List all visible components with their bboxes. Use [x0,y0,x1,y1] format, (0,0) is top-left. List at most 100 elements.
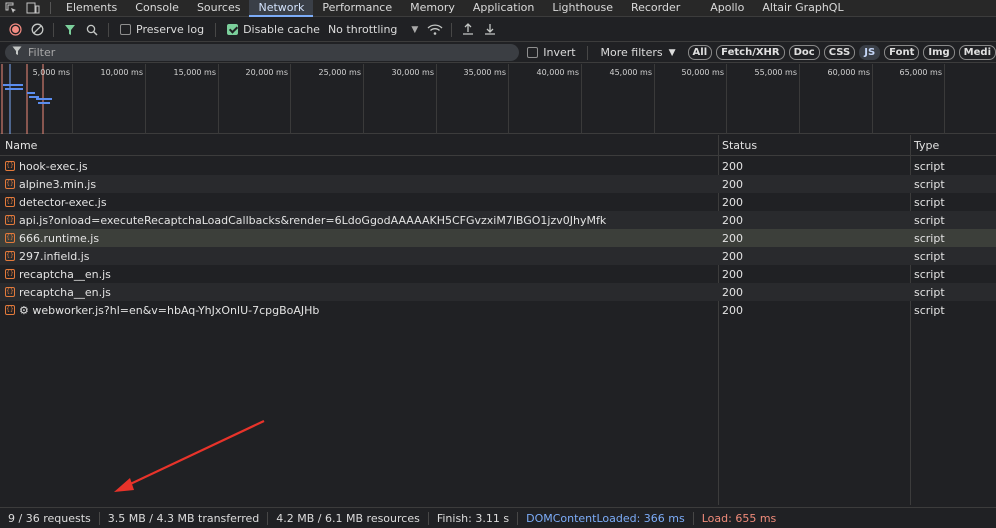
chevron-down-icon: ▼ [668,47,676,58]
device-toolbar-icon[interactable] [22,0,44,17]
overview-bar [5,88,23,90]
preserve-log-label: Preserve log [136,23,205,36]
tab-elements[interactable]: Elements [57,0,126,17]
script-file-icon: {} [5,251,15,261]
table-row[interactable]: {} recaptcha__en.js 200 script [0,283,996,301]
tab-console[interactable]: Console [126,0,188,17]
overview-tick-label: 65,000 ms [899,68,943,77]
tab-recorder[interactable]: Recorder [622,0,689,17]
overview-tick-label: 35,000 ms [463,68,507,77]
overview-tick-label: 5,000 ms [32,68,70,77]
script-file-icon: {} [5,305,15,315]
table-row[interactable]: {} ⚙ webworker.js?hl=en&v=hbAq-YhJxOnlU-7… [0,301,996,319]
more-filters-dropdown[interactable]: More filters ▼ [601,46,676,59]
table-row[interactable]: {} api.js?onload=executeRecaptchaLoadCall… [0,211,996,229]
overview-bar [3,84,23,86]
status-column-header[interactable]: Status [722,139,757,152]
export-har-icon[interactable] [479,19,501,41]
request-type: script [914,213,945,227]
search-icon[interactable] [81,19,103,41]
filter-chip-font[interactable]: Font [884,45,920,60]
request-type: script [914,267,945,281]
filter-chip-js[interactable]: JS [859,45,881,60]
tab-network[interactable]: Network [249,0,314,17]
tab-performance[interactable]: Performance [313,0,401,17]
script-file-icon: {} [5,287,15,297]
overview-tick-label: 60,000 ms [827,68,871,77]
overview-bar [36,98,52,100]
invert-checkbox[interactable]: Invert [527,46,576,59]
request-type: script [914,285,945,299]
preserve-log-checkbox[interactable]: Preserve log [120,23,204,36]
checkbox-unchecked-icon[interactable] [120,24,131,35]
tab-application[interactable]: Application [464,0,543,17]
request-type: script [914,159,945,173]
throttling-value: No throttling [327,23,398,36]
checkbox-unchecked-icon[interactable] [527,47,539,58]
filter-input[interactable]: Filter [5,44,520,61]
request-name: detector-exec.js [19,195,107,209]
filter-chip-fetchxhr[interactable]: Fetch/XHR [716,45,785,60]
devtools-tab-bar: Elements Console Sources Network Performance… [0,0,996,17]
filter-toggle-icon[interactable] [59,19,81,41]
overview-tick-label: 30,000 ms [391,68,435,77]
overview-tick-label: 70,0 [945,68,996,77]
filter-chip-doc[interactable]: Doc [788,45,820,60]
overview-bar [29,96,39,98]
network-conditions-icon[interactable] [424,19,446,41]
divider [50,2,51,14]
overview-tick-label: 15,000 ms [173,68,217,77]
request-type: script [914,195,945,209]
divider [215,22,217,37]
request-status: 200 [722,267,743,281]
request-status: 200 [722,195,743,209]
filter-chip-css[interactable]: CSS [823,45,856,60]
divider [108,22,109,37]
filter-chip-img[interactable]: Img [923,45,955,60]
record-button[interactable] [4,19,26,41]
table-row[interactable]: {} alpine3.min.js 200 script [0,175,996,193]
tab-apollo[interactable]: Apollo [701,0,753,17]
disable-cache-checkbox[interactable]: Disable cache [227,23,320,36]
divider [586,45,588,60]
resources-size: 4.2 MB / 6.1 MB resources [268,511,429,525]
table-row[interactable]: {} 666.runtime.js 200 script [0,229,996,247]
checkbox-checked-icon[interactable] [227,24,239,35]
filter-chip-medi[interactable]: Medi [958,45,996,60]
overview-tick-label: 45,000 ms [609,68,653,77]
tab-altair-graphql[interactable]: Altair GraphQL [753,0,852,17]
more-filters-label: More filters [600,46,663,59]
load-time: Load: 655 ms [701,511,777,525]
script-file-icon: {} [5,161,15,171]
overview-tick-label: 50,000 ms [681,68,725,77]
network-toolbar: Preserve log Disable cache No throttling… [0,18,996,42]
table-row[interactable]: {} detector-exec.js 200 script [0,193,996,211]
request-status: 200 [722,177,743,191]
throttling-select[interactable]: No throttling ▼ [328,23,418,36]
requests-table-body: {} hook-exec.js 200 script {} alpine3.min.js 2… [0,157,996,319]
clear-button[interactable] [26,19,48,41]
request-name: 666.runtime.js [19,231,100,245]
overview-tick-label: 25,000 ms [318,68,362,77]
network-overview-timeline[interactable]: 5,000 ms 10,000 ms 15,000 ms 20,000 ms 25,00… [0,64,996,134]
request-status: 200 [722,303,743,317]
tab-memory[interactable]: Memory [401,0,464,17]
filter-bar: Filter Invert More filters ▼ All Fetch/XH… [0,43,996,63]
request-name: recaptcha__en.js [19,285,111,299]
name-column-header[interactable]: Name [5,139,37,152]
tab-lighthouse[interactable]: Lighthouse [543,0,622,17]
transferred-size: 3.5 MB / 4.3 MB transferred [100,511,269,525]
type-column-header[interactable]: Type [914,139,939,152]
inspect-element-icon[interactable] [0,0,22,17]
overview-bar [38,102,50,104]
filter-chip-all[interactable]: All [687,45,713,60]
tab-sources[interactable]: Sources [188,0,250,17]
table-row[interactable]: {} recaptcha__en.js 200 script [0,265,996,283]
table-row[interactable]: {} hook-exec.js 200 script [0,157,996,175]
request-name: 297.infield.js [19,249,90,263]
script-file-icon: {} [5,197,15,207]
overview-tick-label: 10,000 ms [100,68,144,77]
network-status-bar: 9 / 36 requests 3.5 MB / 4.3 MB transfer… [0,507,996,528]
table-row[interactable]: {} 297.infield.js 200 script [0,247,996,265]
import-har-icon[interactable] [457,19,479,41]
